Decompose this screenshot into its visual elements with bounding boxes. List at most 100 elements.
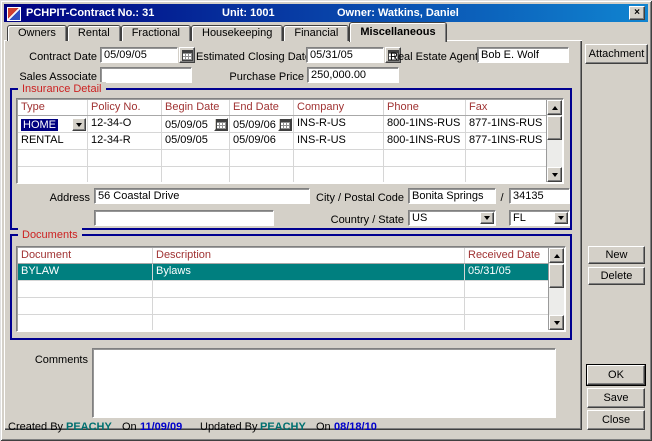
col-header-received-date: Received Date [465,248,548,263]
created-by-label: Created By [8,421,63,433]
documents-group: Documents Document Description Received … [10,234,572,340]
delete-button[interactable]: Delete [588,267,645,285]
sales-associate-field[interactable] [100,67,192,83]
documents-row-empty[interactable] [18,315,548,330]
type-dropdown-icon[interactable] [72,118,86,131]
documents-title: Documents [18,228,82,242]
insurance-detail-group: Insurance Detail Type Policy No. Begin D… [10,88,572,230]
col-header-type: Type [18,100,88,115]
insurance-company-cell[interactable]: INS-R-US [294,116,384,132]
updated-by-label: Updated By [200,421,257,433]
ok-button[interactable]: OK [587,365,645,385]
scroll-up-icon[interactable] [547,100,562,115]
purchase-price-label: Purchase Price [214,69,304,85]
state-value: FL [510,211,554,225]
col-header-fax: Fax [466,100,546,115]
address2-field[interactable] [94,210,274,226]
documents-row-empty[interactable] [18,298,548,315]
documents-row-bylaw[interactable]: BYLAW Bylaws 05/31/05 [18,264,548,281]
postal-code-field[interactable] [509,188,570,204]
selected-type-value: HOME [21,119,58,131]
insurance-fax-cell[interactable]: 877-1INS-RUS [466,116,546,132]
documents-row-empty[interactable] [18,281,548,298]
documents-header-row: Document Description Received Date [18,248,548,264]
estimated-closing-date-field[interactable] [306,47,384,63]
col-header-policy-no: Policy No. [88,100,162,115]
country-dropdown-icon[interactable] [480,212,494,224]
window-unit: Unit: 1001 [222,7,275,19]
contract-date-label: Contract Date [10,49,97,65]
tab-fractional[interactable]: Fractional [121,25,191,41]
city-postal-label: City / Postal Code [316,190,404,206]
tab-rental[interactable]: Rental [67,25,121,41]
col-header-phone: Phone [384,100,466,115]
scrollbar-thumb[interactable] [549,264,564,288]
contract-date-field[interactable] [100,47,178,63]
insurance-header-row: Type Policy No. Begin Date End Date Comp… [18,100,546,116]
state-dropdown-icon[interactable] [554,212,568,224]
city-field[interactable] [408,188,496,204]
scroll-down-icon[interactable] [549,315,564,330]
country-combo[interactable]: US [408,210,496,226]
tab-bar: Owners Rental Fractional Housekeeping Fi… [7,22,447,41]
contract-window: PCHPIT-Contract No.: 31 Unit: 1001 Owner… [0,0,652,441]
tab-housekeeping[interactable]: Housekeeping [191,25,283,41]
updated-on-value: 08/18/10 [334,421,377,433]
window-owner: Owner: Watkins, Daniel [337,7,459,19]
insurance-scrollbar[interactable] [546,100,562,182]
contract-date-calendar-icon[interactable] [179,47,195,63]
insurance-row-rental[interactable]: RENTAL 12-34-R 05/09/05 05/09/06 INS-R-U… [18,133,546,150]
city-postal-separator: / [498,190,506,206]
address-label: Address [32,190,90,206]
window-title: PCHPIT-Contract No.: 31 [26,7,154,19]
insurance-type-cell[interactable]: HOME [18,116,88,132]
scroll-up-icon[interactable] [549,248,564,263]
tab-miscellaneous[interactable]: Miscellaneous [349,22,446,42]
col-header-company: Company [294,100,384,115]
updated-on-label: On [316,421,331,433]
begin-date-calendar-icon[interactable] [214,118,228,131]
created-on-value: 11/09/09 [140,421,182,433]
insurance-row-empty[interactable] [18,150,546,167]
col-header-description: Description [153,248,465,263]
created-by-value: PEACHY [66,421,112,433]
col-header-document: Document [18,248,153,263]
app-icon [7,7,21,21]
documents-scrollbar[interactable] [548,248,564,330]
titlebar: PCHPIT-Contract No.: 31 Unit: 1001 Owner… [4,4,648,22]
insurance-row-empty[interactable] [18,167,546,182]
tab-owners[interactable]: Owners [7,25,67,41]
updated-by-value: PEACHY [260,421,306,433]
state-combo[interactable]: FL [509,210,570,226]
comments-label: Comments [32,352,88,368]
real-estate-agent-field[interactable] [477,47,569,63]
col-header-begin-date: Begin Date [162,100,230,115]
new-button[interactable]: New [588,246,645,264]
insurance-detail-title: Insurance Detail [18,82,106,96]
country-value: US [409,211,480,225]
address-field[interactable] [94,188,310,204]
tab-financial[interactable]: Financial [283,25,349,41]
purchase-price-field[interactable] [307,67,399,83]
insurance-grid: Type Policy No. Begin Date End Date Comp… [16,98,564,184]
insurance-policy-cell[interactable]: 12-34-O [88,116,162,132]
end-date-calendar-icon[interactable] [278,118,292,131]
scroll-down-icon[interactable] [547,167,562,182]
estimated-closing-date-label: Estimated Closing Date [196,49,304,65]
created-on-label: On [122,421,137,433]
attachment-button[interactable]: Attachment [585,44,648,64]
col-header-end-date: End Date [230,100,294,115]
insurance-row-home[interactable]: HOME 12-34-O 05/09/05 05/09/06 INS-R-U [18,116,546,133]
comments-field[interactable] [92,348,556,418]
insurance-phone-cell[interactable]: 800-1INS-RUS [384,116,466,132]
real-estate-agent-label: Real Estate Agent [390,49,474,65]
documents-grid: Document Description Received Date BYLAW… [16,246,566,332]
insurance-begin-cell[interactable]: 05/09/05 [162,116,230,132]
close-icon[interactable]: × [629,6,645,20]
insurance-end-cell[interactable]: 05/09/06 [230,116,294,132]
scrollbar-thumb[interactable] [547,116,562,140]
close-button[interactable]: Close [587,410,645,430]
main-panel: Contract Date Estimated Closing Date Rea… [4,40,582,430]
save-button[interactable]: Save [587,388,645,408]
country-state-label: Country / State [316,212,404,228]
